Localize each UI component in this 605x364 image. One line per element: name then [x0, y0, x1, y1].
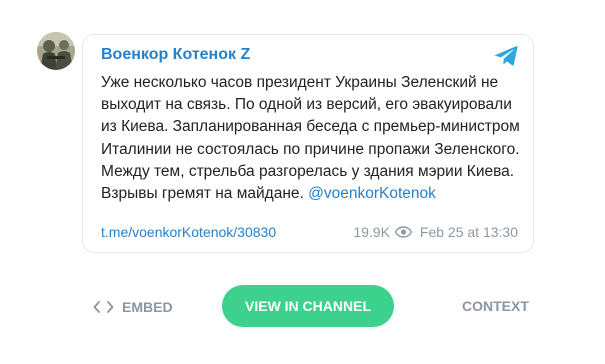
telegram-icon[interactable]: [494, 45, 518, 67]
embed-button[interactable]: EMBED: [93, 298, 173, 316]
post-permalink[interactable]: t.me/voenkorKotenok/30830: [101, 224, 276, 240]
channel-name[interactable]: Военкор Котенок Z: [101, 46, 250, 64]
mention-link[interactable]: @voenkorKotenok: [308, 185, 436, 202]
code-brackets-icon: [93, 301, 114, 313]
embed-label: EMBED: [122, 299, 173, 315]
post-text: Уже несколько часов президент Украины Зе…: [101, 72, 521, 205]
channel-avatar[interactable]: [37, 32, 75, 70]
post-meta: 19.9K Feb 25 at 13:30: [353, 224, 518, 240]
eye-icon: [394, 226, 412, 238]
post-body: Уже несколько часов президент Украины Зе…: [101, 74, 520, 203]
view-in-channel-label: VIEW IN CHANNEL: [245, 298, 371, 314]
telegram-post-widget: Военкор Котенок Z Уже несколько часов пр…: [0, 0, 605, 364]
post-date[interactable]: Feb 25 at 13:30: [420, 224, 518, 240]
view-in-channel-button[interactable]: VIEW IN CHANNEL: [222, 285, 394, 327]
view-count: 19.9K: [353, 224, 390, 240]
context-button[interactable]: CONTEXT: [462, 298, 529, 314]
